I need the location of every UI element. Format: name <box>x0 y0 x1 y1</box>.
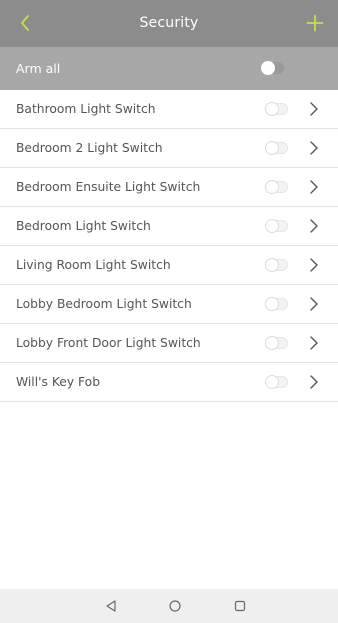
device-name: Will's Key Fob <box>16 375 101 389</box>
toggle-knob <box>261 61 275 75</box>
toggle-knob <box>265 336 279 350</box>
chevron-right-icon[interactable] <box>306 179 322 195</box>
page-title: Security <box>139 15 199 31</box>
device-row[interactable]: Lobby Bedroom Light Switch <box>0 285 338 324</box>
plus-icon <box>306 14 324 32</box>
device-row[interactable]: Bedroom Light Switch <box>0 207 338 246</box>
arm-all-toggle[interactable] <box>261 61 284 75</box>
device-arm-toggle[interactable] <box>265 297 288 311</box>
device-name: Bedroom 2 Light Switch <box>16 141 163 155</box>
chevron-right-icon[interactable] <box>306 296 322 312</box>
device-name: Bedroom Light Switch <box>16 219 151 233</box>
chevron-right-icon[interactable] <box>306 218 322 234</box>
device-list: Bathroom Light Switch Bedroom 2 Light Sw… <box>0 90 338 402</box>
device-row[interactable]: Will's Key Fob <box>0 363 338 402</box>
device-row[interactable]: Bedroom 2 Light Switch <box>0 129 338 168</box>
square-recents-icon[interactable] <box>231 597 249 615</box>
device-row[interactable]: Bathroom Light Switch <box>0 90 338 129</box>
device-name: Lobby Front Door Light Switch <box>16 336 201 350</box>
security-screen: Security Arm all Bathroom Light Switch B… <box>0 0 338 623</box>
device-name: Lobby Bedroom Light Switch <box>16 297 192 311</box>
device-row[interactable]: Lobby Front Door Light Switch <box>0 324 338 363</box>
toggle-knob <box>265 258 279 272</box>
system-nav-bar <box>0 589 338 623</box>
toggle-knob <box>265 375 279 389</box>
circle-home-icon[interactable] <box>166 597 184 615</box>
toggle-knob <box>265 219 279 233</box>
device-name: Bedroom Ensuite Light Switch <box>16 180 201 194</box>
arm-all-row: Arm all <box>0 47 338 90</box>
chevron-right-icon[interactable] <box>306 335 322 351</box>
device-arm-toggle[interactable] <box>265 180 288 194</box>
device-arm-toggle[interactable] <box>265 219 288 233</box>
device-arm-toggle[interactable] <box>265 375 288 389</box>
device-name: Living Room Light Switch <box>16 258 171 272</box>
device-arm-toggle[interactable] <box>265 336 288 350</box>
chevron-right-icon[interactable] <box>306 374 322 390</box>
device-arm-toggle[interactable] <box>265 102 288 116</box>
chevron-left-icon <box>21 15 29 31</box>
device-arm-toggle[interactable] <box>265 141 288 155</box>
chevron-right-icon[interactable] <box>306 257 322 273</box>
device-arm-toggle[interactable] <box>265 258 288 272</box>
chevron-right-icon[interactable] <box>306 101 322 117</box>
header-bar: Security <box>0 0 338 47</box>
back-button[interactable] <box>10 8 40 38</box>
add-device-button[interactable] <box>300 8 330 38</box>
chevron-right-icon[interactable] <box>306 140 322 156</box>
toggle-knob <box>265 180 279 194</box>
arm-all-label: Arm all <box>16 61 61 76</box>
triangle-back-icon[interactable] <box>102 597 120 615</box>
device-row[interactable]: Bedroom Ensuite Light Switch <box>0 168 338 207</box>
device-name: Bathroom Light Switch <box>16 102 156 116</box>
toggle-knob <box>265 297 279 311</box>
device-row[interactable]: Living Room Light Switch <box>0 246 338 285</box>
toggle-knob <box>265 102 279 116</box>
toggle-knob <box>265 141 279 155</box>
